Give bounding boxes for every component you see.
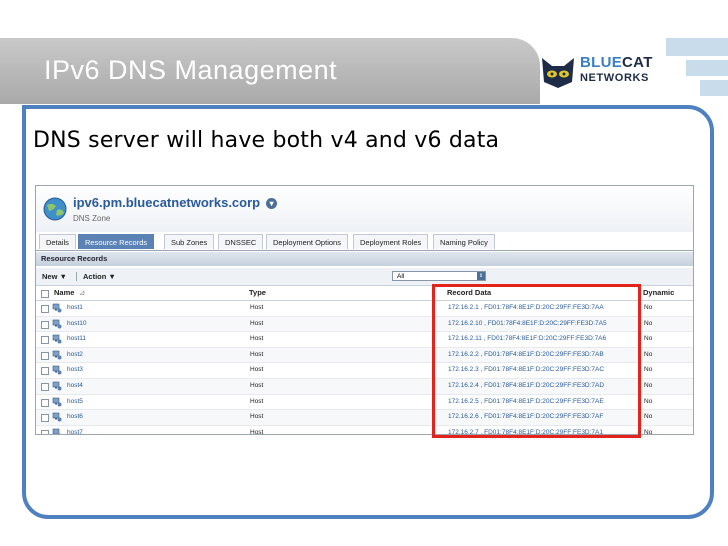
record-dynamic: No [644,381,653,389]
column-header-type[interactable]: Type [249,286,266,300]
logo-wordmark-networks: NETWORKS [580,72,649,84]
host-icon [52,303,62,313]
row-checkbox[interactable] [41,429,49,434]
row-checkbox[interactable] [41,336,49,345]
record-dynamic: No [644,397,653,405]
record-dynamic: No [644,366,653,374]
tab-naming-policy[interactable]: Naming Policy [433,234,495,249]
record-name[interactable]: host7 [67,426,83,434]
zone-header: ipv6.pm.bluecatnetworks.corp ▾ DNS Zone [36,186,693,232]
host-icon [52,397,62,407]
record-type: Host [250,304,264,311]
record-name[interactable]: host11 [67,332,86,346]
record-type: Host [250,335,264,343]
sort-asc-icon[interactable]: ⊿ [79,286,85,300]
record-name[interactable]: host3 [67,363,83,377]
filter-value: All [397,273,405,280]
record-type: Host [250,397,264,405]
host-icon [52,428,62,434]
row-checkbox[interactable] [41,320,49,329]
row-checkbox[interactable] [41,398,49,407]
record-name[interactable]: host5 [67,395,83,409]
tab-details[interactable]: Details [39,234,76,249]
record-dynamic: No [644,319,653,327]
tab-bar: Details Resource Records Sub Zones DNSSE… [36,232,693,251]
tab-resource-records[interactable]: Resource Records [78,234,155,249]
host-icon [52,334,62,344]
tab-dnssec[interactable]: DNSSEC [218,234,264,249]
record-type: Host [250,319,264,327]
record-dynamic: No [644,304,653,311]
row-checkbox[interactable] [41,382,49,391]
host-icon [52,381,62,391]
logo-wordmark: BLUECAT [580,54,653,71]
bluecat-logo: BLUECAT NETWORKS [540,52,680,92]
tab-deployment-roles[interactable]: Deployment Roles [353,234,429,249]
highlight-box [432,284,641,438]
record-name[interactable]: host2 [67,348,83,362]
chevron-down-icon[interactable]: ▾ [266,198,278,209]
record-name[interactable]: host6 [67,410,83,424]
row-checkbox[interactable] [41,414,49,423]
slide-subtitle: DNS server will have both v4 and v6 data [33,128,500,153]
host-icon [52,350,62,360]
record-type: Host [250,413,264,421]
row-checkbox[interactable] [41,305,49,313]
zone-name[interactable]: ipv6.pm.bluecatnetworks.corp ▾ [73,195,278,210]
host-icon [52,366,62,375]
section-title: Resource Records [36,252,693,266]
record-dynamic: No [644,428,653,435]
tab-sub-zones[interactable]: Sub Zones [164,234,215,249]
cat-head-icon [542,58,574,88]
toolbar-divider [76,272,77,281]
column-header-name[interactable]: Name [54,286,74,300]
column-header-dynamic[interactable]: Dynamic [643,286,674,300]
record-name[interactable]: host4 [67,379,83,393]
host-icon [52,319,62,329]
slide-title: IPv6 DNS Management [44,55,338,85]
record-type: Host [250,381,264,389]
record-filter-select[interactable]: All ⇕ [392,271,486,281]
record-type: Host [250,366,264,374]
record-type: Host [250,350,264,358]
row-checkbox[interactable] [41,351,49,360]
host-icon [52,412,62,422]
row-checkbox[interactable] [41,367,49,376]
select-arrows-icon: ⇕ [477,272,485,280]
select-all-checkbox[interactable] [41,290,49,298]
record-name[interactable]: host10 [67,317,87,331]
record-dynamic: No [644,413,653,421]
globe-icon [43,197,67,221]
record-dynamic: No [644,350,653,358]
decorative-bar [686,60,728,76]
tab-deployment-options[interactable]: Deployment Options [266,234,348,249]
record-dynamic: No [644,335,653,343]
record-name[interactable]: host1 [67,301,83,315]
zone-type: DNS Zone [73,214,111,223]
decorative-bar [700,80,728,96]
new-button[interactable]: New ▼ [42,268,67,285]
action-button[interactable]: Action ▼ [83,268,116,285]
record-type: Host [250,428,264,435]
